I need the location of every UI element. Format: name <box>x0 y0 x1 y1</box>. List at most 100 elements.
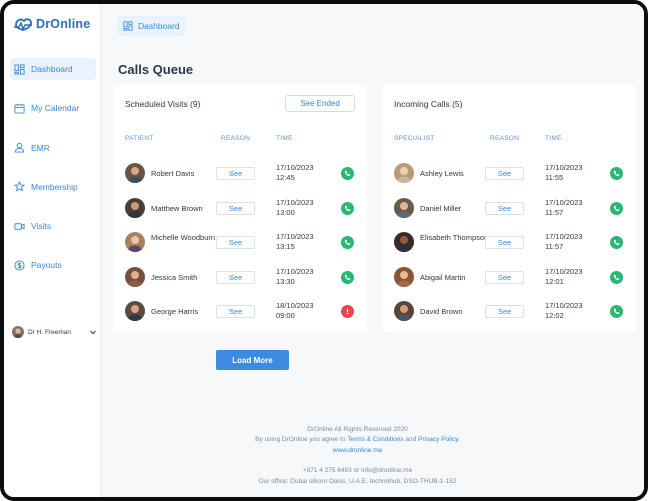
see-button[interactable]: See <box>216 236 255 249</box>
logo-text: DrOnline <box>36 17 91 31</box>
star-icon <box>14 181 25 192</box>
row-time: 17/10/2023 13:30 <box>276 266 314 286</box>
user-menu[interactable]: Dr H. Freeman <box>12 326 97 338</box>
phone-icon <box>613 308 620 315</box>
row-name: Jessica Smith <box>151 272 198 282</box>
see-button[interactable]: See <box>485 201 524 215</box>
column-header-time: TIME <box>276 135 293 142</box>
see-button[interactable]: See <box>485 236 524 249</box>
sidebar-item-payouts[interactable]: Payouts <box>10 254 96 276</box>
row-time: 17/10/2023 13:00 <box>276 197 314 217</box>
sidebar-item-dashboard[interactable]: Dashboard <box>10 58 96 80</box>
call-button[interactable] <box>341 201 354 215</box>
see-button[interactable]: See <box>485 270 524 284</box>
sidebar-nav: Dashboard My Calendar EMR Membership Vis… <box>10 58 96 294</box>
call-button[interactable] <box>610 305 623 318</box>
row-name: David Brown <box>420 307 463 316</box>
table-row: Michelle Woodburn See 17/10/2023 13:15 <box>113 227 367 259</box>
see-button[interactable]: See <box>485 305 524 318</box>
call-button[interactable] <box>341 270 354 284</box>
column-header-specialist: SPECIALIST <box>394 135 435 142</box>
sidebar-item-my-calendar[interactable]: My Calendar <box>10 97 96 119</box>
row-time: 17/10/2023 12:01 <box>545 266 583 286</box>
see-button[interactable]: See <box>485 167 524 180</box>
row-time: 17/10/2023 13:15 <box>276 232 314 251</box>
card-title: Incoming Calls (5) <box>394 99 463 109</box>
call-button[interactable] <box>610 236 623 249</box>
sidebar-item-membership[interactable]: Membership <box>10 176 96 198</box>
column-header-patient: PATIENT <box>125 135 154 142</box>
phone-icon <box>613 274 620 280</box>
call-button[interactable] <box>610 270 623 284</box>
footer-office: Our office: Dubai silicon Oasis, U.A.E, … <box>258 477 457 485</box>
column-header-reason: REASON <box>490 135 520 142</box>
table-row: David Brown See 17/10/2023 12:02 <box>382 296 636 328</box>
call-button[interactable] <box>610 201 623 215</box>
app-window: DrOnline Dashboard My Calendar EMR Membe… <box>0 0 648 501</box>
table-row: George Harris See 18/10/2023 09:00 <box>113 296 367 328</box>
avatar <box>12 326 24 338</box>
row-name: Matthew Brown <box>151 203 203 213</box>
row-name: George Harris <box>151 307 199 316</box>
see-button[interactable]: See <box>216 167 255 180</box>
column-header-reason: REASON <box>221 135 251 142</box>
phone-icon <box>613 170 620 177</box>
row-name: Abigail Martin <box>420 272 466 282</box>
website-link[interactable]: www.dronline.me <box>333 447 383 454</box>
row-name: Daniel Miller <box>420 203 462 213</box>
call-button[interactable] <box>341 167 354 180</box>
incoming-calls-card: Incoming Calls (5) SPECIALIST REASON TIM… <box>382 85 636 332</box>
avatar <box>394 232 414 252</box>
sidebar-item-visits[interactable]: Visits <box>10 215 96 237</box>
privacy-link[interactable]: Privacy Policy. <box>418 436 460 443</box>
avatar <box>125 301 145 321</box>
avatar <box>394 266 414 287</box>
sidebar-item-label: Payouts <box>31 260 62 271</box>
card-title: Scheduled Visits (9) <box>125 99 201 109</box>
video-icon <box>14 222 25 230</box>
row-time: 17/10/2023 11:57 <box>545 197 583 217</box>
chevron-down-icon[interactable] <box>89 328 97 336</box>
column-header-time: TIME <box>545 135 562 142</box>
table-row: Robert Davis See 17/10/2023 12:45 <box>113 158 367 190</box>
call-button[interactable] <box>610 167 623 180</box>
see-ended-button[interactable]: See Ended <box>285 95 355 112</box>
see-button[interactable]: See <box>216 305 255 318</box>
page-title: Calls Queue <box>118 62 194 77</box>
sidebar-item-label: Membership <box>31 181 78 192</box>
terms-link[interactable]: Terms & Conditions <box>347 436 403 443</box>
row-time: 17/10/2023 11:57 <box>545 232 583 251</box>
avatar <box>125 266 145 287</box>
alert-button[interactable] <box>341 305 354 318</box>
footer-copyright: DrOnline All Rights Reserved 2020 <box>307 426 408 433</box>
phone-icon <box>344 239 351 246</box>
row-time: 17/10/2023 11:55 <box>545 163 583 182</box>
dashboard-icon <box>123 21 133 31</box>
avatar <box>394 197 414 218</box>
breadcrumb[interactable]: Dashboard <box>117 16 186 36</box>
row-name: Ashley Lewis <box>420 169 464 178</box>
row-time: 18/10/2023 09:00 <box>276 301 314 320</box>
sidebar-item-label: My Calendar <box>31 103 80 114</box>
avatar <box>125 163 145 183</box>
top-bar: Dashboard <box>101 4 644 48</box>
call-button[interactable] <box>341 236 354 249</box>
user-name: Dr H. Freeman <box>28 328 71 336</box>
see-button[interactable]: See <box>216 201 255 215</box>
see-button[interactable]: See <box>216 270 255 284</box>
calendar-icon <box>14 103 25 114</box>
footer-contact: +971 4 275 6483 or info@dronline.me <box>302 467 413 475</box>
phone-icon <box>344 170 351 177</box>
phone-icon <box>613 239 620 246</box>
table-row: Elisabeth Thompson See 17/10/2023 11:57 <box>382 227 636 259</box>
sidebar-item-label: EMR <box>31 142 50 153</box>
phone-icon <box>344 205 351 211</box>
load-more-button[interactable]: Load More <box>216 350 289 370</box>
row-name: Elisabeth Thompson <box>420 233 489 242</box>
dashboard-icon <box>14 63 25 75</box>
avatar <box>394 301 414 321</box>
main-content: Dashboard Calls Queue Scheduled Visits (… <box>101 4 644 497</box>
phone-icon <box>344 274 351 280</box>
sidebar-item-emr[interactable]: EMR <box>10 137 96 159</box>
logo[interactable]: DrOnline <box>13 16 90 32</box>
